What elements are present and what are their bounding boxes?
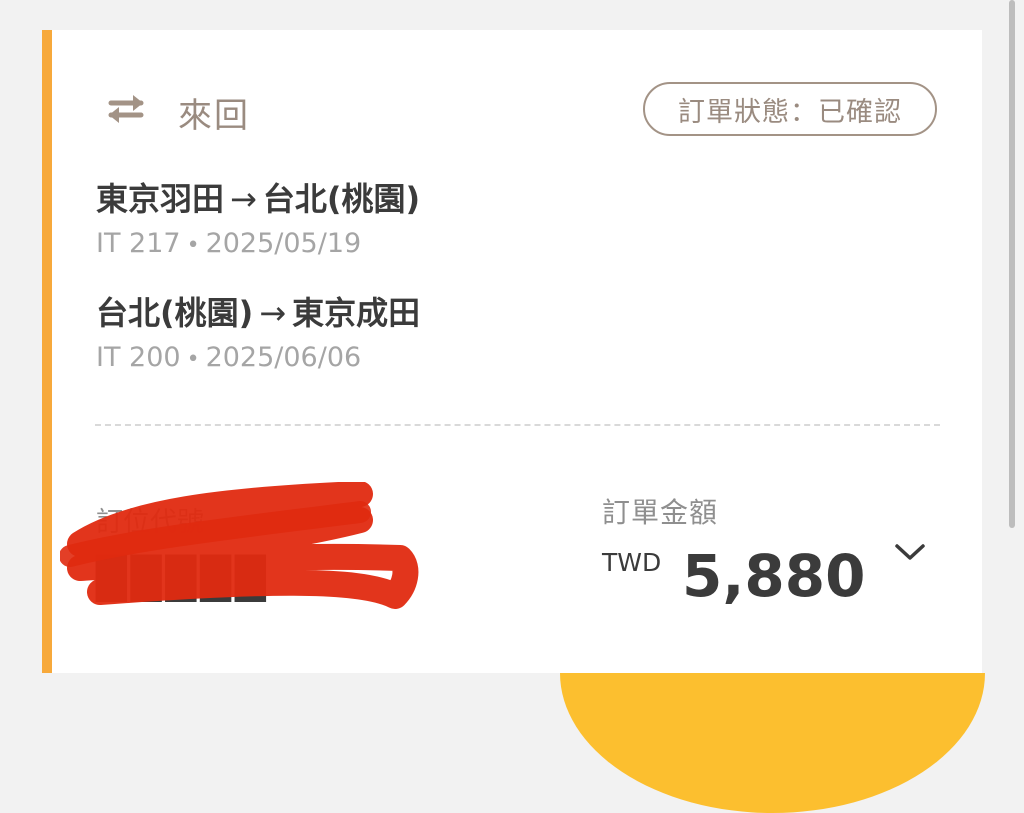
scrollbar-thumb[interactable] — [1009, 0, 1015, 528]
segment-1-info: IT 217 • 2025/05/19 — [96, 228, 361, 259]
segment-2-origin: 台北(桃園) — [96, 294, 254, 332]
segment-2-arrow: → — [259, 294, 287, 332]
card-accent-bar — [42, 30, 52, 673]
order-amount-label: 訂單金額 — [602, 496, 719, 529]
segment-1-arrow: → — [230, 180, 257, 218]
order-status-badge: 訂單狀態：已確認 — [643, 82, 937, 136]
segment-1-origin: 東京羽田 — [96, 180, 225, 218]
bottom-yellow-shape — [560, 673, 985, 813]
segment-1-date: 2025/05/19 — [205, 228, 362, 259]
segment-2-separator: • — [186, 347, 200, 372]
round-trip-arrows-icon — [108, 95, 144, 123]
currency-code: TWD — [602, 548, 662, 577]
redaction-scribble — [60, 482, 419, 609]
segment-2-destination: 東京成田 — [292, 294, 421, 332]
screen: { "trip": { "type_label": "來回", "status"… — [0, 0, 1024, 813]
segment-2-route: 台北(桃園) → 東京成田 — [96, 288, 420, 334]
segment-1-flight-number: IT 217 — [96, 228, 181, 259]
dashed-divider — [95, 424, 940, 426]
order-amount-value: 5,880 — [682, 542, 866, 610]
segment-2-info: IT 200 • 2025/06/06 — [96, 342, 361, 373]
segment-1-route: 東京羽田 → 台北(桃園) — [96, 174, 420, 220]
segment-2-flight-number: IT 200 — [96, 342, 181, 373]
segment-1-separator: • — [186, 233, 200, 258]
trip-type-label: 來回 — [178, 96, 250, 136]
segment-2-date: 2025/06/06 — [205, 342, 362, 373]
chevron-down-icon[interactable] — [892, 538, 928, 566]
scrollbar[interactable] — [1006, 0, 1018, 731]
segment-1-destination: 台北(桃園) — [262, 180, 421, 218]
